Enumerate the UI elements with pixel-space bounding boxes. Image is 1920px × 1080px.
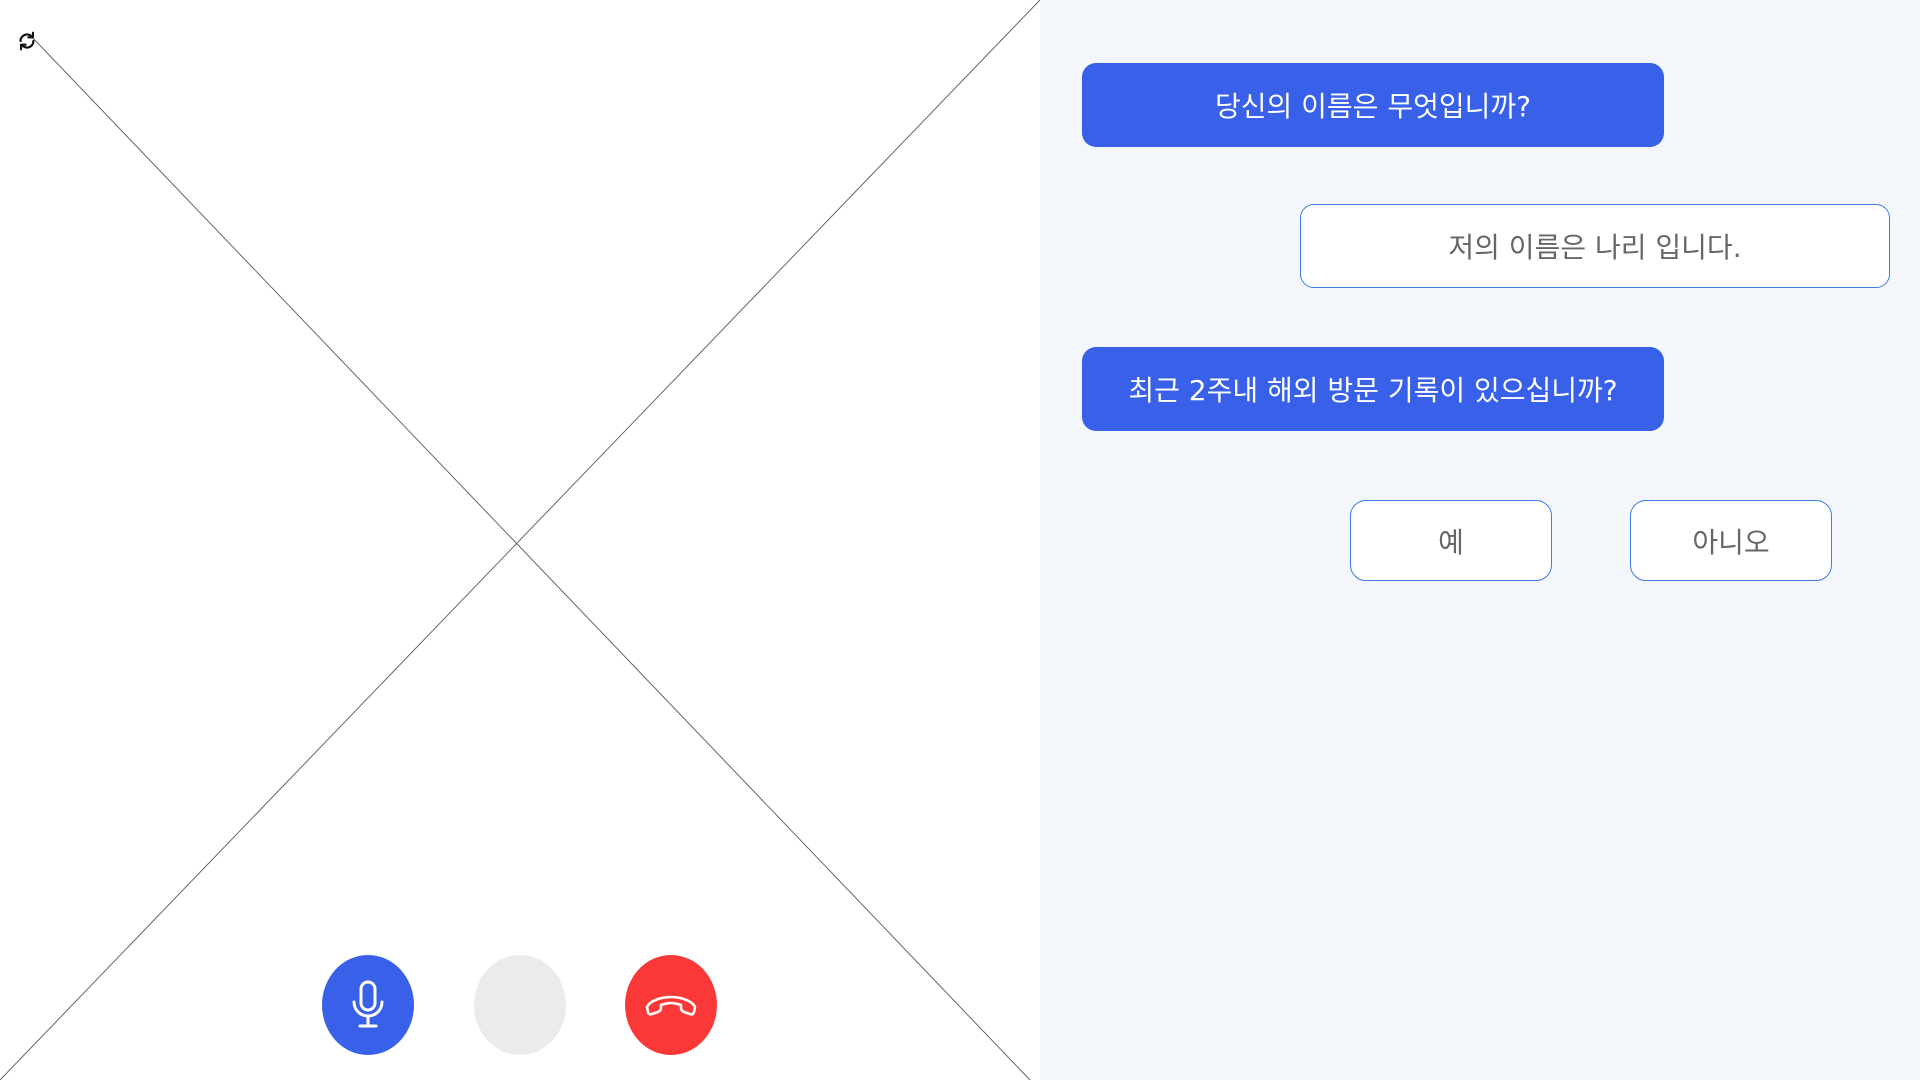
switch-camera-button[interactable] [14, 28, 40, 54]
video-placeholder [0, 0, 1040, 1080]
switch-camera-icon [19, 31, 35, 51]
microphone-icon [352, 980, 384, 1028]
video-pane [0, 0, 1040, 1080]
video-call-app: 당신의 이름은 무엇입니까? 저의 이름은 나리 입니다. 최근 2주내 해외 … [0, 0, 1920, 1080]
no-button[interactable]: 아니오 [1630, 500, 1832, 581]
chat-pane: 당신의 이름은 무엇입니까? 저의 이름은 나리 입니다. 최근 2주내 해외 … [1040, 0, 1920, 1080]
yes-button[interactable]: 예 [1350, 500, 1552, 581]
mic-button[interactable] [322, 955, 414, 1055]
phone-hangup-icon [645, 995, 697, 1016]
call-controls [0, 955, 1040, 1055]
bot-message: 당신의 이름은 무엇입니까? [1082, 63, 1664, 147]
hangup-button[interactable] [625, 955, 717, 1055]
bot-message: 최근 2주내 해외 방문 기록이 있으십니까? [1082, 347, 1664, 431]
user-message: 저의 이름은 나리 입니다. [1300, 204, 1890, 288]
camera-toggle-button[interactable] [474, 955, 566, 1055]
